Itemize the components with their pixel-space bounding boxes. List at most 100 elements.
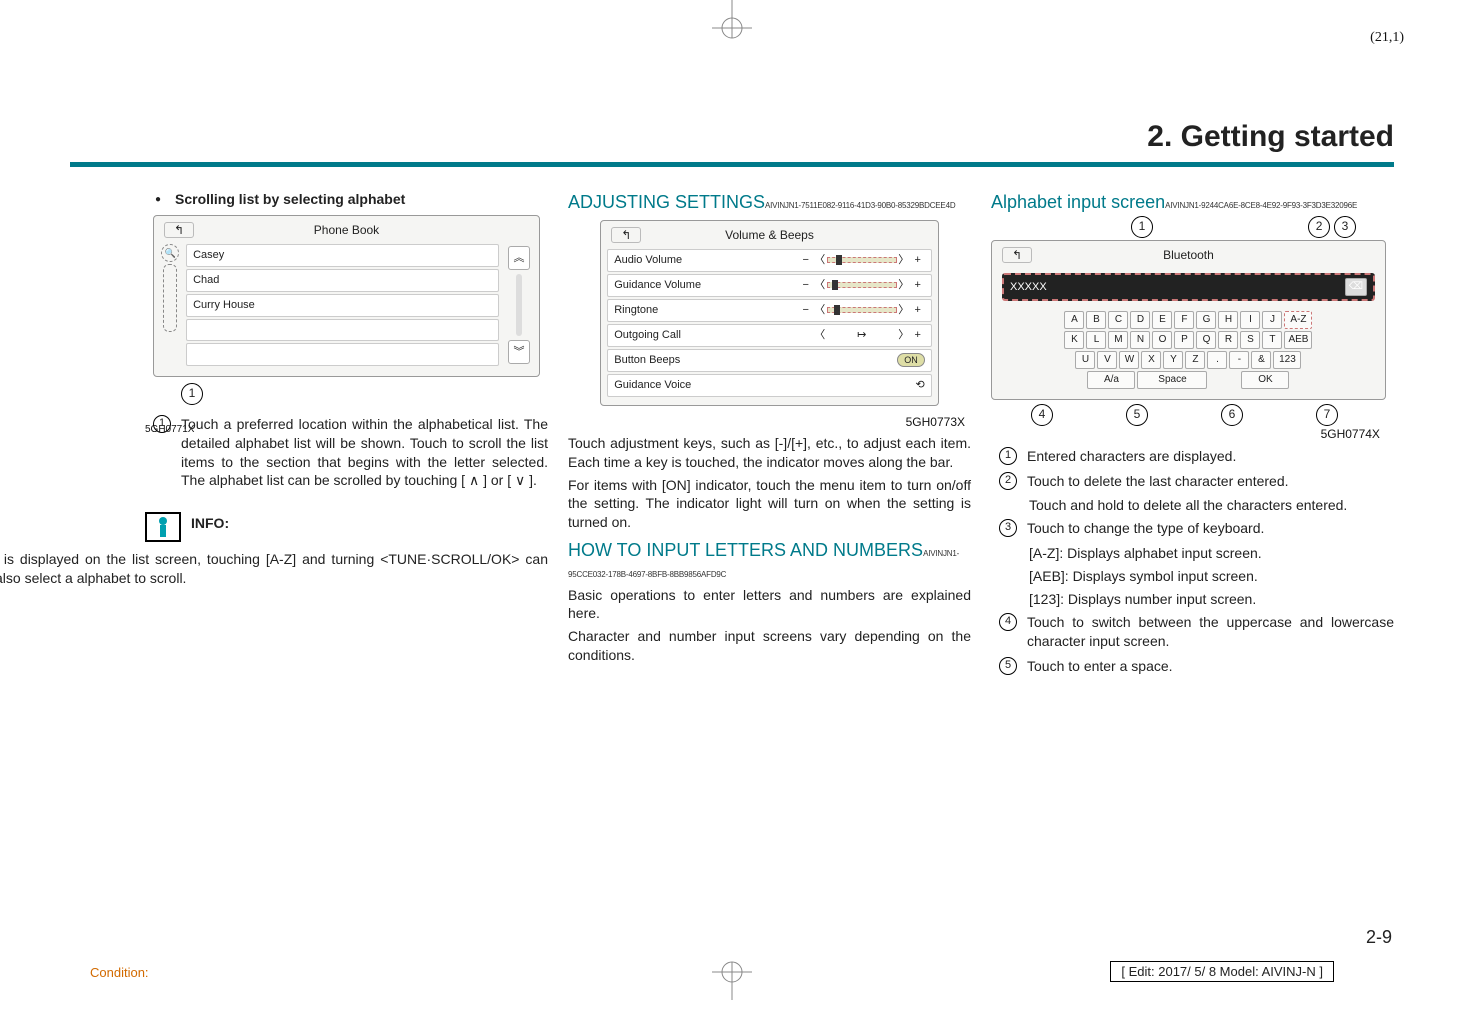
return-icon[interactable]: ⟲ [916, 378, 925, 393]
how-to-input-heading: HOW TO INPUT LETTERS AND NUMBERSAIVINJN1… [568, 540, 971, 581]
key[interactable]: N [1130, 331, 1150, 349]
back-icon[interactable]: ↰ [611, 227, 641, 243]
on-indicator[interactable]: ON [897, 353, 925, 367]
callout: 3 [1334, 216, 1356, 238]
input-display: XXXXX ⌫ [1002, 273, 1375, 301]
list-item[interactable]: Chad [186, 269, 499, 292]
setting-row[interactable]: Guidance Volume −〈〉+ [607, 274, 932, 297]
input-paragraph-2: Character and number input screens vary … [568, 627, 971, 665]
condition-label: Condition: [90, 965, 149, 980]
back-icon[interactable]: ↰ [1002, 247, 1032, 263]
key[interactable]: T [1262, 331, 1282, 349]
crop-mark-bottom [702, 960, 762, 1010]
bluetooth-keyboard-panel: ↰ Bluetooth XXXXX ⌫ A B C D E F G [991, 240, 1386, 400]
bt-title: Bluetooth [1163, 248, 1214, 262]
list-item[interactable] [186, 319, 499, 342]
step-3-line: [123]: Displays number input screen. [991, 590, 1394, 609]
key-mode-aeb[interactable]: AEB [1284, 331, 1312, 349]
setting-row[interactable]: Ringtone −〈〉+ [607, 299, 932, 322]
info-label: INFO: [191, 514, 229, 533]
alphabet-input-heading: Alphabet input screenAIVINJN1-9244CA6E-8… [991, 190, 1394, 214]
crop-mark-top [702, 0, 762, 50]
list-item[interactable]: Casey [186, 244, 499, 267]
callout: 5 [1126, 404, 1148, 426]
key[interactable]: F [1174, 311, 1194, 329]
setting-row[interactable]: Button Beeps ON [607, 349, 932, 372]
key[interactable]: V [1097, 351, 1117, 369]
callout: 1 [1131, 216, 1153, 238]
column-1: Scrolling list by selecting alphabet ↰ P… [145, 190, 548, 920]
info-text: When [A-Z] is displayed on the list scre… [70, 550, 548, 588]
key[interactable]: J [1262, 311, 1282, 329]
key-ok[interactable]: OK [1241, 371, 1289, 389]
vb-title: Volume & Beeps [725, 228, 814, 242]
figure-code: 5GH0774X [991, 426, 1380, 442]
key[interactable]: X [1141, 351, 1161, 369]
key[interactable]: Y [1163, 351, 1183, 369]
step-number: 4 [999, 613, 1017, 631]
phonebook-title: ↰ Phone Book [160, 220, 533, 242]
step-text: Touch to change the type of keyboard. [1027, 519, 1394, 538]
step-3-line: [AEB]: Displays symbol input screen. [991, 567, 1394, 586]
key[interactable]: C [1108, 311, 1128, 329]
step-number: 5 [999, 657, 1017, 675]
step-number: 1 [999, 447, 1017, 465]
key-mode-az[interactable]: A-Z [1284, 311, 1312, 329]
step-text: Touch a preferred location within the al… [181, 415, 548, 491]
phonebook-list: Casey Chad Curry House [186, 242, 499, 368]
scroll-down-icon[interactable]: ︾ [508, 340, 530, 364]
key[interactable]: & [1251, 351, 1271, 369]
key[interactable]: M [1108, 331, 1128, 349]
key-space[interactable]: Space [1137, 371, 1207, 389]
keyboard: A B C D E F G H I J A-Z K L [998, 307, 1379, 393]
key[interactable]: A [1064, 311, 1084, 329]
scroll-up-icon[interactable]: ︽ [508, 246, 530, 270]
alphabet-strip[interactable]: 🔍 [160, 242, 180, 368]
key-case-toggle[interactable]: A/a [1087, 371, 1135, 389]
key[interactable]: L [1086, 331, 1106, 349]
list-item[interactable]: Curry House [186, 294, 499, 317]
callout: 4 [1031, 404, 1053, 426]
back-icon[interactable]: ↰ [164, 222, 194, 238]
scrollbar[interactable]: ︽ ︾ [505, 242, 533, 368]
key[interactable]: Q [1196, 331, 1216, 349]
key-mode-123[interactable]: 123 [1273, 351, 1301, 369]
key[interactable]: Z [1185, 351, 1205, 369]
step-number: 2 [999, 472, 1017, 490]
figure-code: 5GH0773X [568, 414, 965, 430]
callout-1: 1 [181, 383, 203, 405]
callout: 7 [1316, 404, 1338, 426]
key[interactable]: E [1152, 311, 1172, 329]
page-number: 2-9 [1366, 927, 1392, 948]
key[interactable]: R [1218, 331, 1238, 349]
key[interactable]: B [1086, 311, 1106, 329]
step-text: Touch to enter a space. [1027, 657, 1394, 676]
content-columns: Scrolling list by selecting alphabet ↰ P… [145, 190, 1394, 920]
key[interactable]: G [1196, 311, 1216, 329]
key[interactable]: S [1240, 331, 1260, 349]
key[interactable]: O [1152, 331, 1172, 349]
key[interactable]: I [1240, 311, 1260, 329]
step-text: Entered characters are displayed. [1027, 447, 1394, 466]
key[interactable]: . [1207, 351, 1227, 369]
list-item[interactable] [186, 343, 499, 366]
delete-key-icon[interactable]: ⌫ [1345, 278, 1367, 296]
input-paragraph-1: Basic operations to enter letters and nu… [568, 586, 971, 624]
footer-edit-box: [ Edit: 2017/ 5/ 8 Model: AIVINJ-N ] [1110, 961, 1334, 982]
adjust-paragraph-1: Touch adjustment keys, such as [-]/[+], … [568, 434, 971, 472]
key[interactable]: D [1130, 311, 1150, 329]
setting-row[interactable]: Outgoing Call 〈↦〉+ [607, 324, 932, 347]
step-text: Touch to switch between the uppercase an… [1027, 613, 1394, 651]
key[interactable]: W [1119, 351, 1139, 369]
column-3: Alphabet input screenAIVINJN1-9244CA6E-8… [991, 190, 1394, 920]
page-corner-label: (21,1) [1370, 30, 1404, 46]
setting-row[interactable]: Audio Volume −〈〉+ [607, 249, 932, 272]
key[interactable]: H [1218, 311, 1238, 329]
uid: AIVINJN1-7511E082-9116-41D3-90B0-85329BD… [765, 201, 955, 210]
key[interactable]: - [1229, 351, 1249, 369]
key[interactable]: U [1075, 351, 1095, 369]
step-number: 1 [153, 415, 171, 433]
setting-row[interactable]: Guidance Voice ⟲ [607, 374, 932, 397]
key[interactable]: P [1174, 331, 1194, 349]
key[interactable]: K [1064, 331, 1084, 349]
